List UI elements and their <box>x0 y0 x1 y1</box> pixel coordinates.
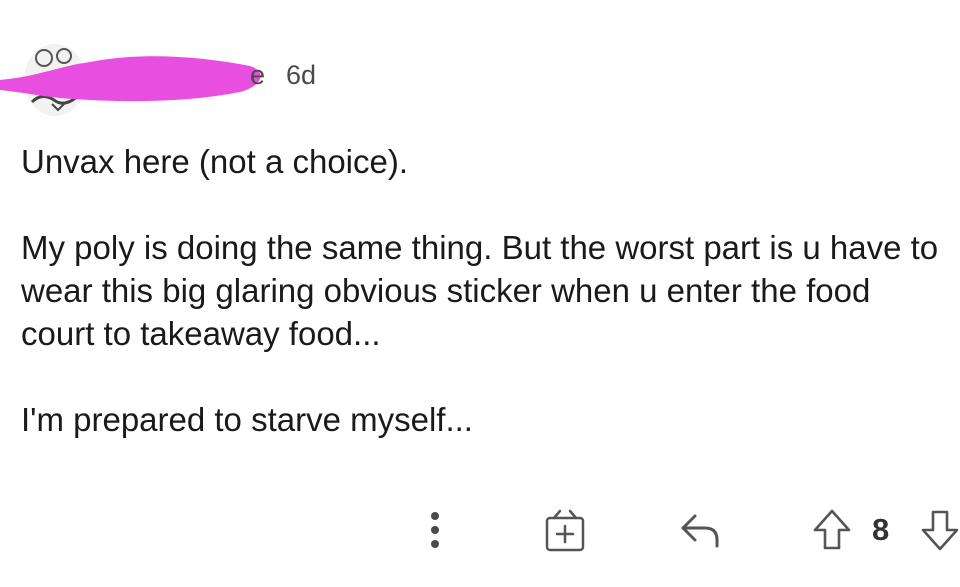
username-visible-fragment[interactable]: e <box>250 60 265 91</box>
reply-arrow-icon <box>681 514 719 548</box>
more-options-button[interactable] <box>420 506 450 554</box>
give-award-button[interactable] <box>540 506 590 556</box>
reply-button[interactable] <box>675 508 725 552</box>
comment-action-bar: 8 <box>0 500 960 560</box>
downvote-arrow-icon <box>921 510 959 551</box>
upvote-button[interactable] <box>810 506 854 554</box>
comment-body: Unvax here (not a choice). My poly is do… <box>21 140 951 484</box>
comment-header: e 6d <box>0 40 400 120</box>
comment-paragraph: Unvax here (not a choice). <box>21 143 409 180</box>
comment-card: e 6d Unvax here (not a choice). My poly … <box>0 0 960 587</box>
vote-score: 8 <box>872 512 890 547</box>
comment-paragraph: My poly is doing the same thing. But the… <box>21 229 939 352</box>
downvote-button[interactable] <box>918 506 960 554</box>
comment-paragraph: I'm prepared to starve myself... <box>21 401 473 438</box>
username-redaction-scribble <box>0 40 270 120</box>
comment-age: 6d <box>286 60 317 90</box>
more-vertical-icon <box>431 512 439 548</box>
gift-award-icon <box>545 509 585 552</box>
upvote-arrow-icon <box>813 509 851 550</box>
